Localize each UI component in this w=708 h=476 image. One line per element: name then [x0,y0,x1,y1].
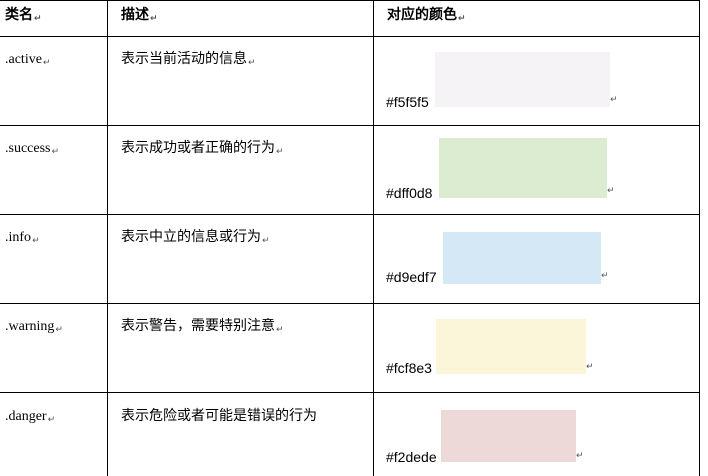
table-row-description: 表示当前活动的信息↵ [121,50,256,72]
table-row-divider [0,303,700,304]
paragraph-mark: ↵ [576,451,584,461]
description-text: 表示中立的信息或行为 [121,229,261,245]
paragraph-mark: ↵ [601,271,609,281]
table-row-class-name: .success↵ [5,140,59,161]
header-description-text: 描述 [121,7,149,23]
table-row-description: 表示危险或者可能是错误的行为 [121,407,317,425]
paragraph-mark: ↵ [55,325,63,335]
table-row-description: 表示警告，需要特别注意↵ [121,317,284,339]
paragraph-mark: ↵ [150,14,158,24]
table-row-hex: #d9edf7 [386,269,437,285]
table-column-divider [107,0,108,476]
paragraph-mark: ↵ [47,415,56,425]
table-border-right [699,0,700,476]
color-swatch-success [439,138,607,198]
table-row-class-name: .danger↵ [5,408,55,429]
table-row-divider [0,392,700,393]
paragraph-mark: ↵ [276,147,284,157]
table-row-hex: #f2dede [386,449,437,465]
paragraph-mark: ↵ [42,58,51,68]
table-row-class-name: .info↵ [5,229,40,250]
table-row-divider [0,214,700,215]
paragraph-mark: ↵ [262,236,270,246]
paragraph-mark: ↵ [51,147,60,157]
class-name-text: .warning [5,319,55,334]
table-column-divider [373,0,374,476]
paragraph-mark: ↵ [458,14,466,24]
paragraph-mark: ↵ [34,14,42,24]
header-class-name: 类名↵ [5,6,42,28]
table-border-top [0,0,700,1]
header-description: 描述↵ [121,6,158,28]
color-class-table: 类名↵ 描述↵ 对应的颜色↵ .active↵ 表示当前活动的信息↵ #f5f5… [0,0,708,476]
table-row-description: 表示成功或者正确的行为↵ [121,139,284,161]
class-name-text: .info [5,230,32,245]
description-text: 表示警告，需要特别注意 [121,318,275,334]
table-row-divider [0,36,700,37]
color-swatch-warning [436,319,586,374]
color-swatch-active [435,52,610,107]
description-text: 表示危险或者可能是错误的行为 [121,408,317,424]
table-row-hex: #f5f5f5 [386,94,429,110]
class-name-text: .danger [5,409,47,424]
paragraph-mark: ↵ [276,325,284,335]
header-color: 对应的颜色↵ [387,6,466,28]
paragraph-mark: ↵ [32,236,40,246]
paragraph-mark: ↵ [607,186,615,196]
description-text: 表示当前活动的信息 [121,51,247,67]
table-row-description: 表示中立的信息或行为↵ [121,228,270,250]
table-row-class-name: .active↵ [5,51,50,72]
header-color-text: 对应的颜色 [387,7,457,23]
table-row-divider [0,125,700,126]
table-row-hex: #fcf8e3 [386,360,432,376]
color-swatch-danger [441,410,576,462]
header-class-name-text: 类名 [5,7,33,23]
class-name-text: .active [5,52,42,67]
paragraph-mark: ↵ [586,362,594,372]
table-row-hex: #dff0d8 [386,185,433,201]
description-text: 表示成功或者正确的行为 [121,140,275,156]
table-row-class-name: .warning↵ [5,318,63,339]
color-swatch-info [443,232,601,284]
paragraph-mark: ↵ [610,95,618,105]
paragraph-mark: ↵ [248,58,256,68]
class-name-text: .success [5,141,51,156]
